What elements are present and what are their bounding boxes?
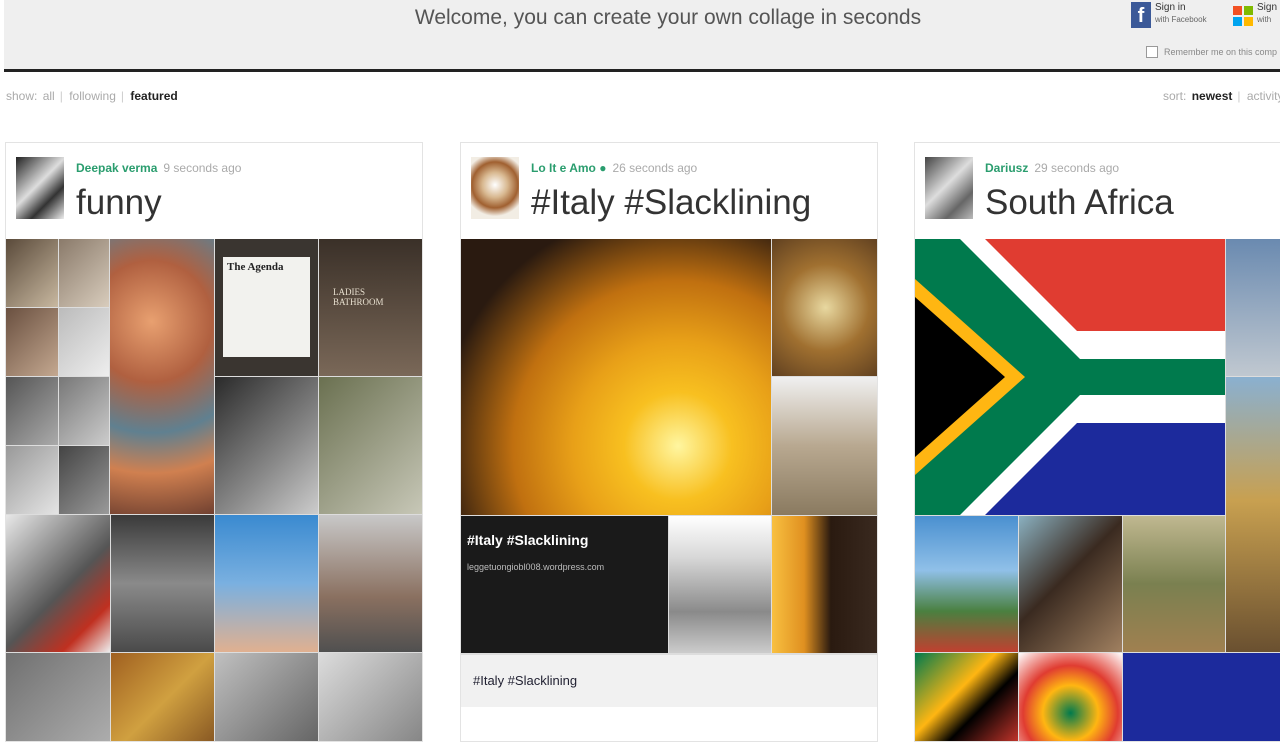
collage-photo[interactable] <box>319 653 422 741</box>
collage-grid[interactable]: The Agenda LADIES BATHROOM <box>6 239 422 741</box>
south-africa-flag[interactable] <box>915 239 1225 515</box>
facebook-signin-line1: Sign in <box>1155 2 1186 13</box>
show-label: show: <box>6 89 38 103</box>
verified-icon: ● <box>599 161 607 175</box>
collage-photo[interactable] <box>6 653 110 741</box>
collage-title[interactable]: South Africa <box>985 183 1174 223</box>
facebook-icon: f <box>1131 2 1151 28</box>
collage-photo[interactable] <box>772 239 877 376</box>
hashtags[interactable]: #Italy #Slacklining <box>473 673 577 688</box>
card-header: Lo It e Amo ● 26 seconds ago #Italy #Slac… <box>461 143 877 239</box>
collage-photo[interactable] <box>461 239 771 515</box>
microsoft-icon <box>1233 6 1253 26</box>
collage-photo[interactable] <box>319 377 422 514</box>
collage-photo[interactable] <box>6 515 110 652</box>
collage-photo[interactable] <box>915 516 1018 652</box>
filter-all[interactable]: all <box>43 89 55 103</box>
collage-photo[interactable] <box>215 515 318 652</box>
facebook-signin-line2: with Facebook <box>1155 15 1207 24</box>
collage-photo[interactable]: LADIES BATHROOM <box>319 239 422 376</box>
collage-photo[interactable] <box>59 308 109 376</box>
collage-photo[interactable] <box>59 377 109 445</box>
collage-card-funny[interactable]: Deepak verma 9 seconds ago funny The Agen… <box>5 142 423 742</box>
collage-grid[interactable] <box>915 239 1280 741</box>
avatar[interactable] <box>925 157 973 219</box>
collage-photo[interactable] <box>319 515 422 652</box>
collage-photo[interactable] <box>1226 239 1280 376</box>
author-name[interactable]: Dariusz <box>985 161 1028 175</box>
collage-photo[interactable]: The Agenda <box>215 239 318 376</box>
collage-photo[interactable] <box>215 377 318 514</box>
collage-photo[interactable] <box>110 239 214 514</box>
avatar[interactable] <box>16 157 64 219</box>
collage-photo[interactable] <box>6 446 58 514</box>
collage-card-south-africa[interactable]: Dariusz 29 seconds ago South Africa <box>914 142 1280 742</box>
show-filter: show: all | following | featured <box>6 89 178 103</box>
sort-label: sort: <box>1163 89 1187 103</box>
filter-featured[interactable]: featured <box>130 89 177 103</box>
ladies-bathroom-sign: LADIES BATHROOM <box>333 287 384 307</box>
author-name[interactable]: Deepak verma <box>76 161 157 175</box>
collage-photo[interactable] <box>1123 653 1280 741</box>
collage-photo[interactable] <box>669 516 771 653</box>
filter-following[interactable]: following <box>69 89 116 103</box>
hashtag-bar: #Italy #Slacklining <box>461 655 877 707</box>
collage-photo[interactable] <box>111 653 214 741</box>
avatar[interactable] <box>471 157 519 219</box>
post-time: 9 seconds ago <box>163 161 242 175</box>
collage-photo[interactable] <box>6 377 58 445</box>
collage-card-italy[interactable]: Lo It e Amo ● 26 seconds ago #Italy #Slac… <box>460 142 878 742</box>
agenda-sign: The Agenda <box>223 257 310 357</box>
collage-photo[interactable] <box>1019 516 1122 652</box>
microsoft-signin-button[interactable]: Sign with <box>1233 2 1277 26</box>
collage-photo[interactable] <box>111 515 214 652</box>
sort-newest[interactable]: newest <box>1192 89 1233 103</box>
collage-photo[interactable] <box>1123 516 1225 652</box>
collage-photo[interactable] <box>1226 377 1280 652</box>
caption-url: leggetuongiobl008.wordpress.com <box>467 562 605 572</box>
top-bar-divider <box>4 69 1280 72</box>
sort-filter: sort: newest | activity <box>1163 89 1280 103</box>
collage-grid[interactable]: #Italy #Slacklining leggetuongiobl008.wo… <box>461 239 877 655</box>
caption-tile[interactable]: #Italy #Slacklining leggetuongiobl008.wo… <box>461 516 668 653</box>
collage-title[interactable]: #Italy #Slacklining <box>531 183 811 223</box>
collage-photo[interactable] <box>772 516 877 653</box>
author-name[interactable]: Lo It e Amo <box>531 161 596 175</box>
collage-photo[interactable] <box>215 653 318 741</box>
post-time: 26 seconds ago <box>612 161 698 175</box>
remember-me-checkbox[interactable] <box>1146 46 1158 58</box>
microsoft-signin-line1: Sign <box>1257 2 1278 13</box>
collage-photo[interactable] <box>59 446 109 514</box>
welcome-message: Welcome, you can create your own collage… <box>414 6 922 29</box>
collage-photo[interactable] <box>59 239 109 307</box>
collage-photo[interactable] <box>6 308 58 376</box>
card-header: Dariusz 29 seconds ago South Africa <box>915 143 1280 239</box>
collage-photo[interactable] <box>772 377 877 515</box>
collage-photo[interactable] <box>1019 653 1122 741</box>
sort-activity[interactable]: activity <box>1247 89 1280 103</box>
microsoft-signin-line2: with <box>1257 15 1272 24</box>
remember-me-label: Remember me on this comp <box>1164 47 1278 57</box>
collage-photo[interactable] <box>6 239 58 307</box>
remember-me[interactable]: Remember me on this comp <box>1146 46 1277 58</box>
caption-title: #Italy #Slacklining <box>467 532 589 548</box>
post-time: 29 seconds ago <box>1034 161 1120 175</box>
collage-title[interactable]: funny <box>76 183 162 223</box>
collage-photo[interactable] <box>915 653 1018 741</box>
facebook-signin-button[interactable]: f Sign in with Facebook <box>1131 2 1207 28</box>
card-header: Deepak verma 9 seconds ago funny <box>6 143 422 239</box>
